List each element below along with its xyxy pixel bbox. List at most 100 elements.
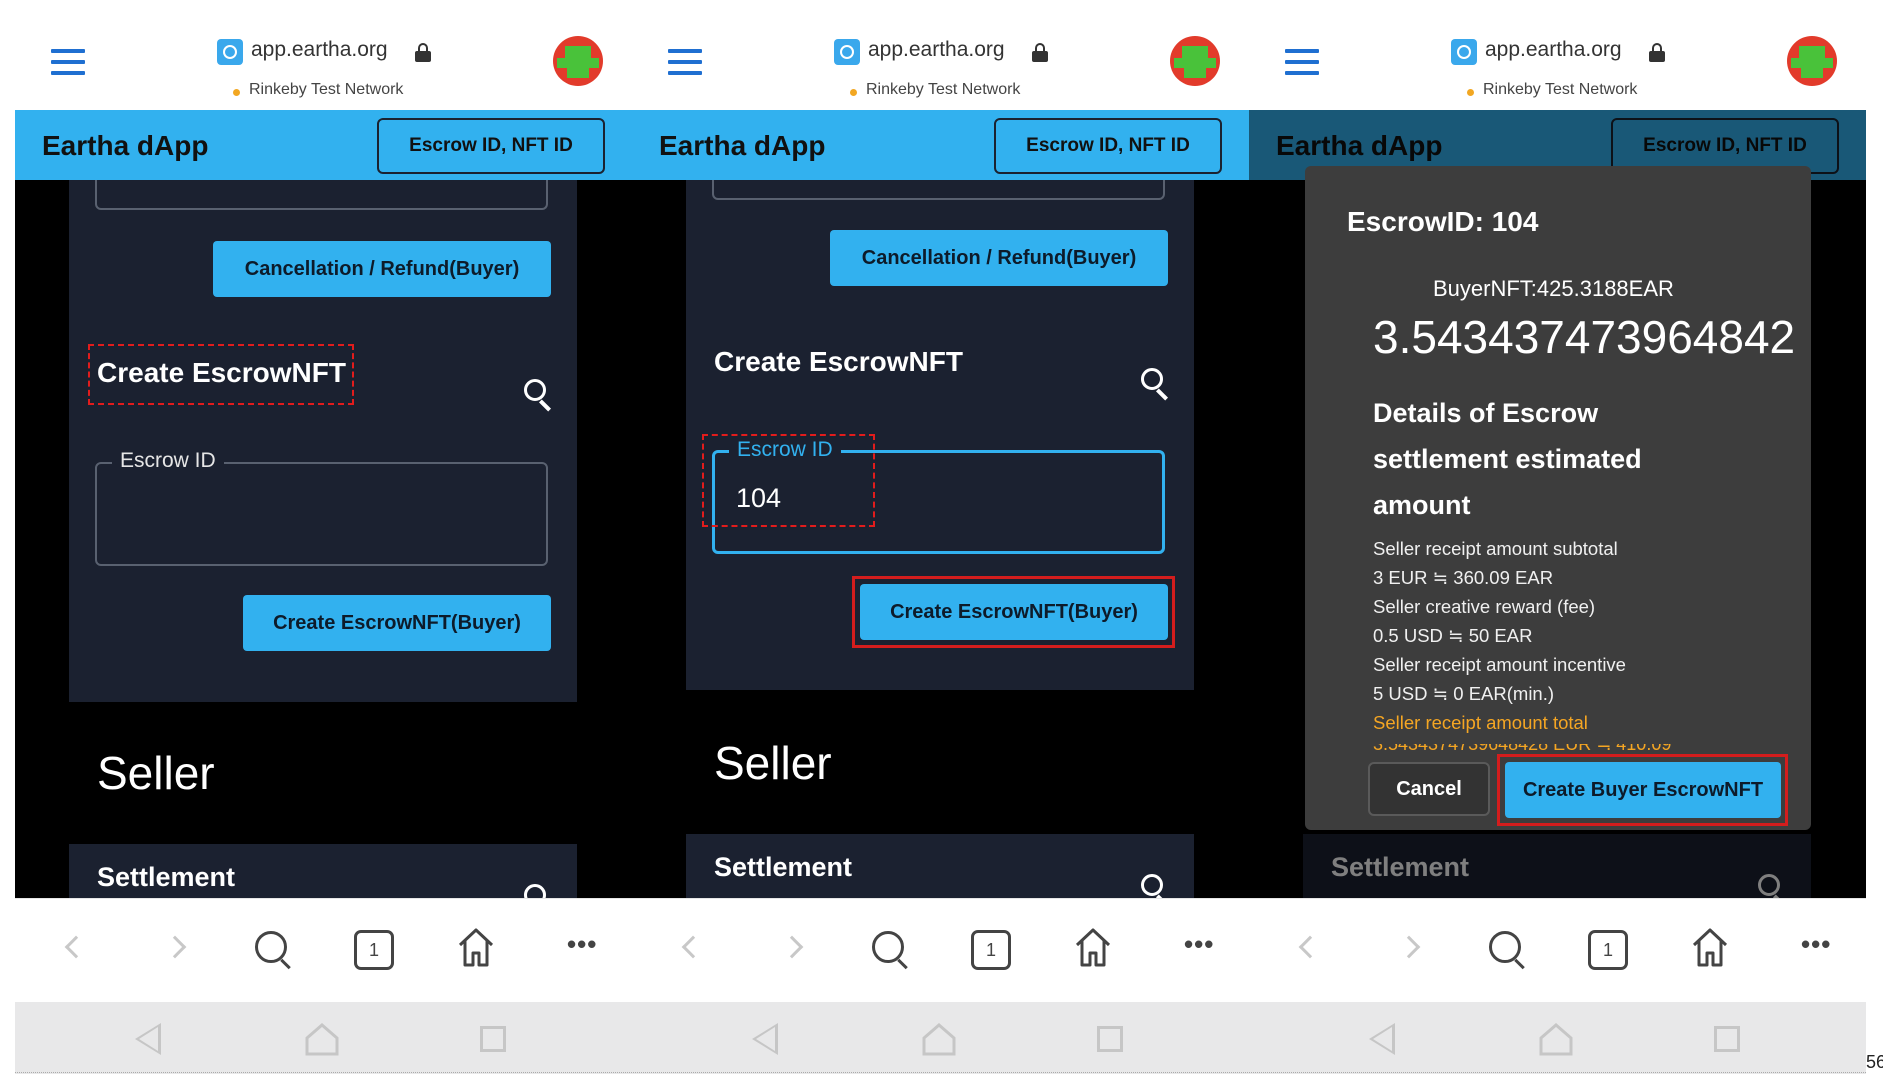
screenshot-root: app.eartha.org Rinkeby Test Network Eart… [0, 0, 1883, 1074]
lock-icon [415, 43, 431, 62]
browser-nav-bar: 1 ••• [15, 898, 632, 1002]
create-escrownft-buyer-button[interactable]: Create EscrowNFT(Buyer) [243, 595, 551, 651]
browser-search-icon[interactable] [1489, 931, 1529, 971]
android-system-bar [632, 1002, 1249, 1074]
system-home-icon[interactable] [922, 1022, 956, 1056]
back-arrow-icon[interactable] [64, 935, 88, 959]
system-home-icon[interactable] [1539, 1022, 1573, 1056]
detail-line: Seller receipt amount incentive [1373, 654, 1626, 675]
browser-address-bar: app.eartha.org Rinkeby Test Network [1249, 12, 1866, 110]
account-avatar[interactable] [1787, 36, 1837, 86]
search-icon[interactable] [524, 379, 556, 412]
details-heading-line-2: settlement estimated [1373, 444, 1642, 474]
app-title: Eartha dApp [42, 130, 209, 161]
cancellation-refund-button[interactable]: Cancellation / Refund(Buyer) [830, 230, 1168, 286]
network-name: Rinkeby Test Network [249, 81, 404, 98]
home-icon[interactable] [456, 925, 496, 969]
more-menu-icon[interactable]: ••• [1184, 929, 1214, 960]
details-heading-line-3: amount [1373, 490, 1471, 520]
account-avatar[interactable] [553, 36, 603, 86]
phone-panel-1: app.eartha.org Rinkeby Test Network Eart… [15, 12, 632, 1074]
system-back-icon[interactable] [752, 1023, 778, 1055]
more-menu-icon[interactable]: ••• [567, 929, 597, 960]
total-value: 3.5434374739648428 EUR ≒ 410.09 [1373, 744, 1743, 752]
browser-address-bar: app.eartha.org Rinkeby Test Network [15, 12, 632, 110]
home-icon[interactable] [1690, 925, 1730, 969]
system-home-icon[interactable] [305, 1022, 339, 1056]
phone-panel-2: app.eartha.org Rinkeby Test Network Eart… [632, 12, 1249, 1074]
hamburger-menu-icon[interactable] [1285, 49, 1319, 75]
detail-line: 0.5 USD ≒ 50 EAR [1373, 625, 1533, 646]
system-back-icon[interactable] [1369, 1023, 1395, 1055]
tab-count-button[interactable]: 1 [1588, 930, 1628, 970]
detail-line: 5 USD ≒ 0 EAR(min.) [1373, 683, 1555, 704]
account-avatar[interactable] [1170, 36, 1220, 86]
network-status-dot [850, 89, 857, 96]
site-favicon-icon [834, 39, 860, 65]
highlight-create-button [852, 576, 1175, 648]
total-value-clipped: 3.5434374739648428 EUR ≒ 410.09 [1373, 744, 1743, 752]
dialog-buyer-nft: BuyerNFT:425.3188EAR [1433, 276, 1674, 301]
settlement-title: Settlement [97, 862, 236, 892]
settlement-title: Settlement [714, 852, 853, 882]
previous-field-bottom[interactable] [95, 180, 548, 210]
detail-line: Seller creative reward (fee) [1373, 596, 1596, 617]
browser-nav-bar: 1 ••• [1249, 898, 1866, 1002]
highlight-create-buyer-button [1497, 754, 1788, 826]
more-menu-icon[interactable]: ••• [1801, 929, 1831, 960]
escrow-nft-id-button[interactable]: Escrow ID, NFT ID [994, 118, 1222, 174]
tab-count-button[interactable]: 1 [971, 930, 1011, 970]
lock-icon [1649, 43, 1665, 62]
back-arrow-icon[interactable] [1298, 935, 1322, 959]
page-number: 56 [1866, 1052, 1883, 1072]
detail-line: Seller receipt amount subtotal [1373, 538, 1618, 559]
cancel-button[interactable]: Cancel [1368, 762, 1490, 816]
details-heading-line-1: Details of Escrow [1373, 398, 1599, 428]
highlight-dashed-title [88, 344, 354, 405]
home-icon[interactable] [1073, 925, 1113, 969]
browser-search-icon[interactable] [872, 931, 912, 971]
settlement-search-icon[interactable] [1141, 874, 1173, 898]
confirm-dialog: EscrowID: 104 BuyerNFT:425.3188EAR 3.543… [1305, 166, 1811, 830]
url-text[interactable]: app.eartha.org [868, 38, 1005, 62]
previous-field-bottom[interactable] [712, 180, 1165, 200]
highlight-dashed-escrow-id [702, 434, 875, 527]
escrow-id-label: Escrow ID [112, 449, 224, 473]
hamburger-menu-icon[interactable] [668, 49, 702, 75]
network-name: Rinkeby Test Network [866, 81, 1021, 98]
content-area[interactable]: Cancellation / Refund(Buyer) Create Escr… [632, 180, 1249, 898]
total-label: Seller receipt amount total [1373, 712, 1588, 733]
create-escrownft-title: Create EscrowNFT [714, 346, 963, 377]
system-recents-icon[interactable] [1097, 1026, 1123, 1052]
escrow-nft-id-button[interactable]: Escrow ID, NFT ID [377, 118, 605, 174]
seller-heading: Seller [714, 737, 832, 789]
hamburger-menu-icon[interactable] [51, 49, 85, 75]
seller-heading: Seller [97, 747, 215, 799]
site-favicon-icon [217, 39, 243, 65]
browser-nav-bar: 1 ••• [632, 898, 1249, 1002]
settlement-search-icon[interactable] [524, 884, 556, 898]
escrow-id-field[interactable] [95, 462, 548, 566]
network-status-dot [1467, 89, 1474, 96]
detail-line: 3 EUR ≒ 360.09 EAR [1373, 567, 1554, 588]
forward-arrow-icon[interactable] [780, 935, 804, 959]
tab-count-button[interactable]: 1 [354, 930, 394, 970]
forward-arrow-icon[interactable] [163, 935, 187, 959]
system-recents-icon[interactable] [480, 1026, 506, 1052]
system-recents-icon[interactable] [1714, 1026, 1740, 1052]
url-text[interactable]: app.eartha.org [1485, 38, 1622, 62]
content-area[interactable]: Cancellation / Refund(Buyer) Create Escr… [15, 180, 632, 898]
browser-search-icon[interactable] [255, 931, 295, 971]
network-name: Rinkeby Test Network [1483, 81, 1638, 98]
android-system-bar [1249, 1002, 1866, 1074]
system-back-icon[interactable] [135, 1023, 161, 1055]
forward-arrow-icon[interactable] [1397, 935, 1421, 959]
search-icon[interactable] [1141, 368, 1173, 401]
site-favicon-icon [1451, 39, 1477, 65]
back-arrow-icon[interactable] [681, 935, 705, 959]
dialog-escrow-id: EscrowID: 104 [1347, 206, 1539, 237]
lock-icon [1032, 43, 1048, 62]
browser-address-bar: app.eartha.org Rinkeby Test Network [632, 12, 1249, 110]
url-text[interactable]: app.eartha.org [251, 38, 388, 62]
cancellation-refund-button[interactable]: Cancellation / Refund(Buyer) [213, 241, 551, 297]
